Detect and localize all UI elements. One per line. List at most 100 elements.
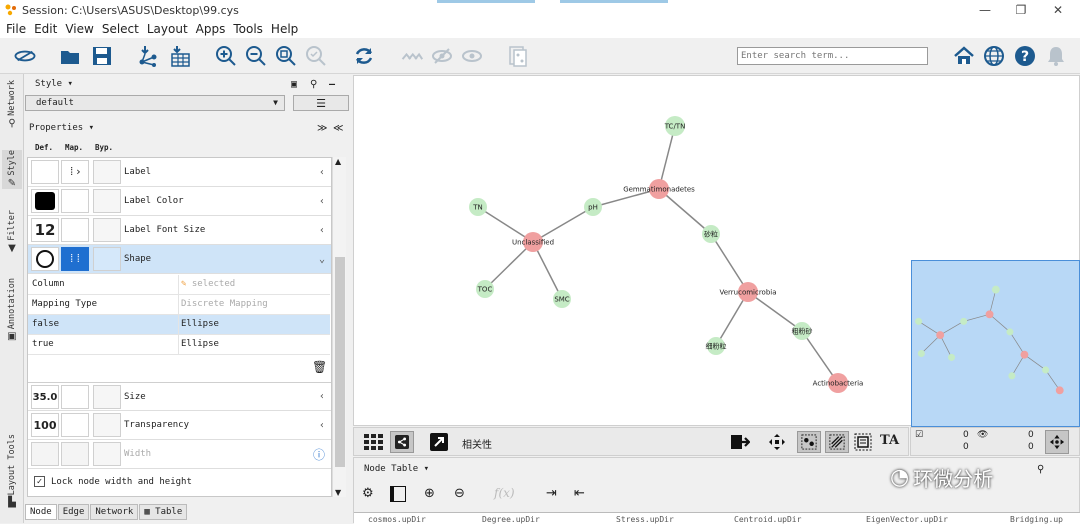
bypass-cell[interactable] [93, 385, 121, 409]
lock-size-checkbox[interactable]: ✓ [34, 476, 45, 487]
show-columns-icon[interactable] [390, 486, 406, 502]
zoom-out-icon[interactable] [244, 44, 268, 68]
scrollbar-thumb[interactable] [335, 257, 345, 467]
pin-icon[interactable]: ⚲ [310, 79, 317, 90]
mapping-column-row[interactable]: Column ✎ selected [28, 275, 330, 295]
mapping-entry-row[interactable]: true Ellipse [28, 335, 330, 355]
mapping-cell[interactable] [61, 385, 89, 409]
network-edge[interactable] [484, 241, 534, 290]
info-icon[interactable]: ⓘ [313, 446, 325, 463]
add-column-icon[interactable]: ⊕ [424, 486, 435, 501]
scroll-down-icon[interactable]: ▼ [335, 488, 341, 497]
trash-icon[interactable]: 🗑 [312, 360, 327, 374]
refresh-icon[interactable] [352, 44, 376, 68]
default-cell[interactable]: 100 [31, 413, 59, 437]
mapping-type-row[interactable]: Mapping Type Discrete Mapping [28, 295, 330, 315]
tab-layout-tools[interactable]: Layout Tools ▙ [2, 434, 22, 508]
mapping-column-value[interactable]: ✎ selected [181, 279, 235, 289]
mapping-cell[interactable] [61, 189, 89, 213]
menu-view[interactable]: View [65, 22, 93, 36]
menu-layout[interactable]: Layout [147, 22, 188, 36]
open-folder-icon[interactable] [58, 44, 82, 68]
show-all-icon[interactable] [398, 44, 426, 68]
menu-file[interactable]: File [6, 22, 26, 36]
expand-all-icon[interactable]: ≫ [317, 123, 327, 134]
function-builder-icon[interactable]: f(x) [494, 486, 515, 500]
delete-column-icon[interactable]: ⊖ [454, 486, 465, 501]
property-row-shape[interactable]: ⁞⁞ Shape ⌄ [28, 245, 331, 274]
mapping-value[interactable]: Ellipse [181, 339, 219, 349]
property-row-label-color[interactable]: Label Color ‹ [28, 187, 331, 216]
home-icon[interactable] [952, 44, 976, 68]
zoom-selected-icon[interactable] [304, 44, 328, 68]
save-icon[interactable] [90, 44, 114, 68]
hide-selected-icon[interactable] [430, 44, 454, 68]
share-network-icon[interactable] [390, 431, 414, 453]
float-panel-icon[interactable]: ▣ [291, 79, 297, 90]
network-edge[interactable] [658, 188, 712, 235]
property-row-transparency[interactable]: 100 Transparency ‹ [28, 411, 331, 440]
style-options-button[interactable]: ☰ [293, 95, 349, 111]
network-edge[interactable] [532, 206, 594, 243]
select-nodes-icon[interactable] [797, 431, 821, 453]
menu-select[interactable]: Select [102, 22, 139, 36]
search-input[interactable] [737, 47, 928, 65]
navigation-icon[interactable] [1045, 430, 1069, 454]
tab-node[interactable]: Node [25, 503, 57, 520]
detach-view-icon[interactable] [430, 433, 448, 451]
bypass-cell[interactable] [93, 160, 121, 184]
help-icon[interactable]: ? [1013, 44, 1037, 68]
select-edges-icon[interactable] [825, 431, 849, 453]
zoom-fit-icon[interactable] [274, 44, 298, 68]
mapping-cell[interactable]: ⁞› [61, 160, 89, 184]
show-selected-icon[interactable] [460, 44, 484, 68]
default-cell[interactable]: 35.0 [31, 385, 59, 409]
bypass-cell[interactable] [93, 189, 121, 213]
notification-bell-icon[interactable] [1044, 44, 1068, 68]
bypass-cell[interactable] [93, 413, 121, 437]
default-cell[interactable] [31, 247, 59, 271]
style-header-label[interactable]: Style ▾ [35, 79, 73, 89]
table-title[interactable]: Node Table ▾ [364, 464, 429, 474]
mapping-entry-row[interactable]: false Ellipse [28, 315, 330, 335]
collapse-all-icon[interactable]: ≪ [333, 123, 343, 134]
network-edge[interactable] [710, 233, 749, 293]
export-table-icon[interactable]: ⇤ [574, 486, 585, 501]
minimize-panel-icon[interactable]: — [329, 79, 335, 90]
chevron-down-icon[interactable]: ⌄ [319, 254, 325, 265]
fit-content-icon[interactable] [768, 433, 786, 451]
grid-view-icon[interactable] [364, 434, 384, 450]
property-row-label[interactable]: ⁞› Label ‹ [28, 158, 331, 187]
export-icon[interactable] [730, 433, 751, 451]
tab-network-style[interactable]: Network [90, 503, 139, 520]
properties-dropdown[interactable]: Properties ▾ [29, 123, 94, 133]
select-annotations-icon[interactable] [854, 433, 872, 451]
properties-scrollbar[interactable]: ▲ ▼ [332, 157, 346, 497]
menu-help[interactable]: Help [271, 22, 298, 36]
zoom-in-icon[interactable] [214, 44, 238, 68]
tab-annotation[interactable]: Annotation ▣ [2, 278, 22, 342]
default-cell[interactable]: 12 [31, 218, 59, 242]
import-table-data-icon[interactable]: ⇥ [546, 486, 557, 501]
globe-icon[interactable] [982, 44, 1006, 68]
scroll-up-icon[interactable]: ▲ [335, 157, 341, 166]
gear-icon[interactable]: ⚙ [362, 486, 374, 501]
mapping-cell[interactable]: ⁞⁞ [61, 247, 89, 271]
style-select[interactable]: default ▼ [25, 95, 285, 111]
tab-edge[interactable]: Edge [57, 503, 90, 520]
close-icon[interactable]: ✕ [1040, 0, 1076, 20]
property-row-size[interactable]: 35.0 Size ‹ [28, 382, 331, 411]
default-cell[interactable] [31, 189, 59, 213]
bypass-cell[interactable] [93, 247, 121, 271]
annotation-text-icon[interactable]: TA [880, 433, 900, 451]
bypass-cell[interactable] [93, 218, 121, 242]
mapping-cell[interactable] [61, 413, 89, 437]
tab-network[interactable]: Network ⚲ [2, 80, 22, 129]
import-table-icon[interactable] [168, 44, 192, 68]
birds-eye-view[interactable] [911, 260, 1080, 427]
restore-icon[interactable]: ❐ [1003, 0, 1039, 20]
mapping-cell[interactable] [61, 218, 89, 242]
menu-edit[interactable]: Edit [34, 22, 57, 36]
chevron-left-icon[interactable]: ‹ [319, 225, 325, 236]
menu-apps[interactable]: Apps [196, 22, 226, 36]
